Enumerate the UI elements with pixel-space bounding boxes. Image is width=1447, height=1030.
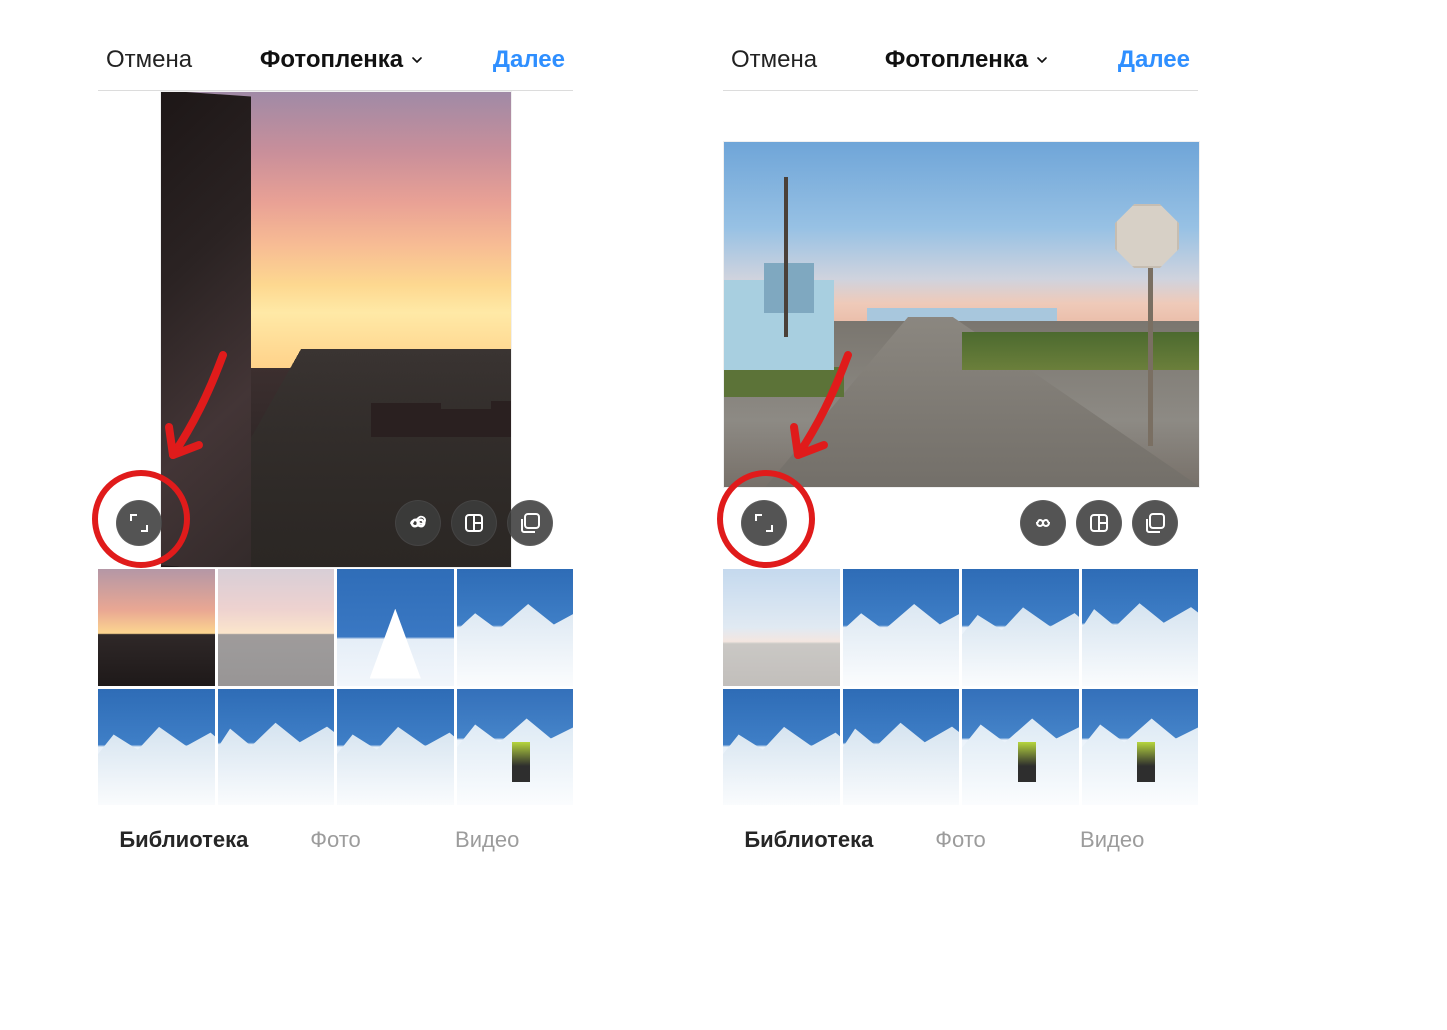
next-button[interactable]: Далее bbox=[493, 46, 565, 74]
tab-photo[interactable]: Фото bbox=[885, 827, 1037, 853]
expand-crop-button[interactable] bbox=[741, 500, 787, 546]
thumbnail[interactable] bbox=[218, 689, 335, 806]
album-title: Фотопленка bbox=[885, 46, 1028, 74]
boomerang-button[interactable] bbox=[1020, 500, 1066, 546]
preview-area[interactable] bbox=[98, 91, 573, 566]
thumbnail[interactable] bbox=[1082, 689, 1199, 806]
expand-crop-icon bbox=[127, 511, 151, 535]
boomerang-button[interactable] bbox=[395, 500, 441, 546]
cancel-button[interactable]: Отмена bbox=[106, 46, 192, 74]
top-bar: Отмена Фотопленка Далее bbox=[98, 30, 573, 91]
thumbnail[interactable] bbox=[843, 569, 960, 686]
multi-select-button[interactable] bbox=[507, 500, 553, 546]
preview-image bbox=[723, 141, 1200, 488]
next-button[interactable]: Далее bbox=[1118, 46, 1190, 74]
thumbnail[interactable] bbox=[962, 689, 1079, 806]
infinity-icon bbox=[1031, 511, 1055, 535]
preview-area[interactable] bbox=[723, 91, 1198, 566]
tab-video[interactable]: Видео bbox=[1036, 827, 1188, 853]
top-bar: Отмена Фотопленка Далее bbox=[723, 30, 1198, 91]
album-title: Фотопленка bbox=[260, 46, 403, 74]
thumbnail[interactable] bbox=[1082, 569, 1199, 686]
thumbnail-grid bbox=[723, 569, 1198, 805]
tab-library[interactable]: Библиотека bbox=[108, 827, 260, 853]
thumbnail[interactable] bbox=[337, 689, 454, 806]
album-picker[interactable]: Фотопленка bbox=[260, 46, 425, 74]
layout-button[interactable] bbox=[451, 500, 497, 546]
multi-select-icon bbox=[1143, 511, 1167, 535]
tab-library[interactable]: Библиотека bbox=[733, 827, 885, 853]
preview-image bbox=[160, 91, 512, 568]
thumbnail[interactable] bbox=[723, 689, 840, 806]
phone-right: Отмена Фотопленка Далее bbox=[723, 30, 1198, 863]
chevron-down-icon bbox=[409, 52, 425, 68]
thumbnail[interactable] bbox=[218, 569, 335, 686]
infinity-icon bbox=[406, 511, 430, 535]
thumbnail[interactable] bbox=[457, 689, 574, 806]
phone-left: Отмена Фотопленка Далее bbox=[98, 30, 573, 863]
thumbnail-grid bbox=[98, 569, 573, 805]
thumbnail[interactable] bbox=[843, 689, 960, 806]
layout-grid-icon bbox=[462, 511, 486, 535]
album-picker[interactable]: Фотопленка bbox=[885, 46, 1050, 74]
layout-button[interactable] bbox=[1076, 500, 1122, 546]
thumbnail[interactable] bbox=[723, 569, 840, 686]
cancel-button[interactable]: Отмена bbox=[731, 46, 817, 74]
thumbnail[interactable] bbox=[457, 569, 574, 686]
thumbnail[interactable] bbox=[98, 569, 215, 686]
bottom-tabs: Библиотека Фото Видео bbox=[98, 805, 573, 863]
thumbnail[interactable] bbox=[962, 569, 1079, 686]
expand-crop-icon bbox=[752, 511, 776, 535]
multi-select-icon bbox=[518, 511, 542, 535]
layout-grid-icon bbox=[1087, 511, 1111, 535]
tab-photo[interactable]: Фото bbox=[260, 827, 412, 853]
expand-crop-button[interactable] bbox=[116, 500, 162, 546]
tab-video[interactable]: Видео bbox=[411, 827, 563, 853]
bottom-tabs: Библиотека Фото Видео bbox=[723, 805, 1198, 863]
multi-select-button[interactable] bbox=[1132, 500, 1178, 546]
chevron-down-icon bbox=[1034, 52, 1050, 68]
thumbnail[interactable] bbox=[337, 569, 454, 686]
thumbnail[interactable] bbox=[98, 689, 215, 806]
